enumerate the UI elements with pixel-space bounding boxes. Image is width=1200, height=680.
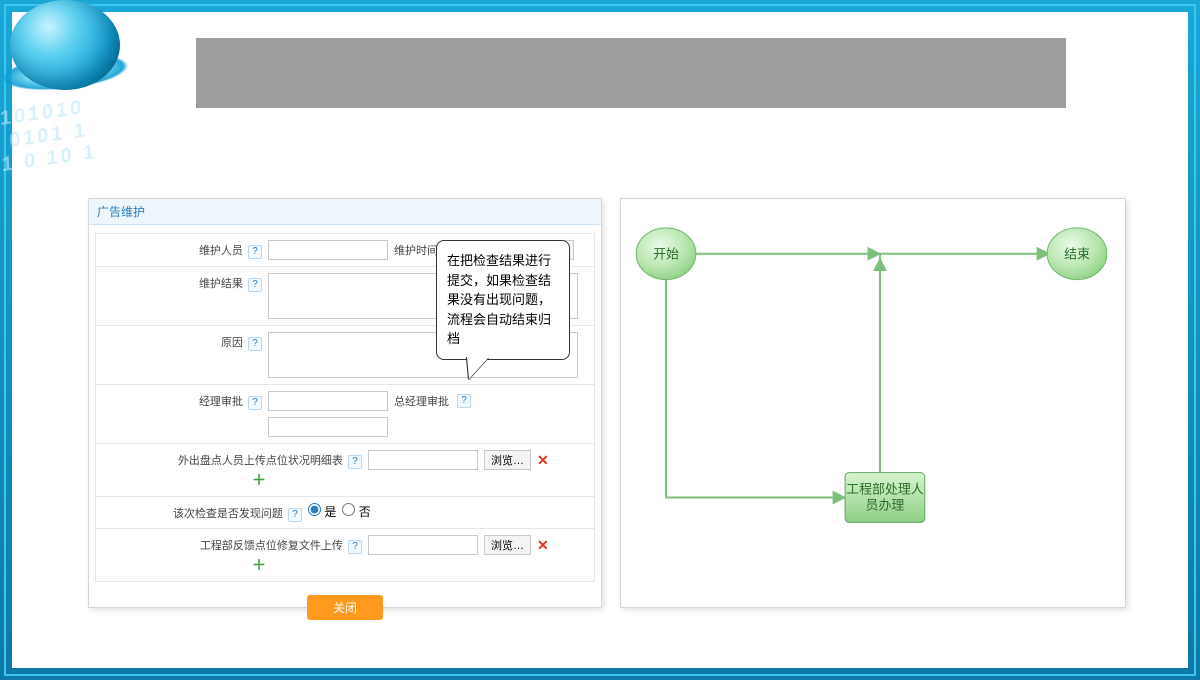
label-upload1: 外出盘点人员上传点位状况明细表 xyxy=(178,455,343,467)
browse-button[interactable]: 浏览… xyxy=(484,535,531,555)
label-gm: 总经理审批 xyxy=(394,393,449,409)
node-process-label-1: 工程部处理人 xyxy=(846,482,924,497)
header-placeholder xyxy=(196,38,1066,108)
flowchart-svg: 开始 结束 工程部处理人 员办理 xyxy=(621,199,1125,607)
help-icon[interactable]: ? xyxy=(348,540,362,554)
label-upload2: 工程部反馈点位修复文件上传 xyxy=(200,540,343,552)
row-found: 该次检查是否发现问题 ? 是 否 xyxy=(95,496,595,529)
upload1-path[interactable] xyxy=(368,450,478,470)
help-icon[interactable]: ? xyxy=(248,245,262,259)
callout-text: 在把检查结果进行提交，如果检查结果没有出现问题，流程会自动结束归档 xyxy=(447,253,551,346)
upload2-path[interactable] xyxy=(368,535,478,555)
add-icon[interactable]: ＋ xyxy=(252,555,266,575)
browse-button[interactable]: 浏览… xyxy=(484,450,531,470)
help-icon[interactable]: ? xyxy=(248,337,262,351)
label-found: 该次检查是否发现问题 xyxy=(173,508,283,520)
node-end-label: 结束 xyxy=(1064,247,1090,262)
help-icon[interactable]: ? xyxy=(457,394,471,408)
flowchart-panel: 开始 结束 工程部处理人 员办理 xyxy=(620,198,1126,608)
node-process-label-2: 员办理 xyxy=(866,497,905,512)
submit-row: 关闭 xyxy=(95,581,595,626)
help-icon[interactable]: ? xyxy=(288,508,302,522)
form-title: 广告维护 xyxy=(89,199,601,225)
label-time: 维护时间 xyxy=(394,242,438,258)
label-mgr: 经理审批 xyxy=(199,396,243,408)
row-upload1: 外出盘点人员上传点位状况明细表 ? 浏览… ✕ ＋ xyxy=(95,443,595,497)
radio-no-label: 否 xyxy=(359,505,371,519)
label-result: 维护结果 xyxy=(199,278,243,290)
label-reason: 原因 xyxy=(221,337,243,349)
close-button[interactable]: 关闭 xyxy=(307,595,383,620)
radio-yes[interactable] xyxy=(308,503,321,516)
radio-no[interactable] xyxy=(342,503,355,516)
help-icon[interactable]: ? xyxy=(248,278,262,292)
add-icon[interactable]: ＋ xyxy=(252,470,266,490)
callout-bubble: 在把检查结果进行提交，如果检查结果没有出现问题，流程会自动结束归档 xyxy=(436,240,570,360)
help-icon[interactable]: ? xyxy=(348,455,362,469)
node-start-label: 开始 xyxy=(653,247,679,262)
mgr-input[interactable] xyxy=(268,391,388,411)
edge-start-process xyxy=(666,279,845,498)
decor-sphere xyxy=(0,0,150,120)
delete-icon[interactable]: ✕ xyxy=(537,537,549,554)
row-upload2: 工程部反馈点位修复文件上传 ? 浏览… ✕ ＋ xyxy=(95,528,595,582)
gm-input[interactable] xyxy=(268,417,388,437)
help-icon[interactable]: ? xyxy=(248,396,262,410)
radio-yes-label: 是 xyxy=(324,505,336,519)
label-person: 维护人员 xyxy=(199,245,243,257)
person-input[interactable] xyxy=(268,240,388,260)
delete-icon[interactable]: ✕ xyxy=(537,452,549,469)
row-approvals: 经理审批 ? 总经理审批 ? xyxy=(95,384,595,444)
